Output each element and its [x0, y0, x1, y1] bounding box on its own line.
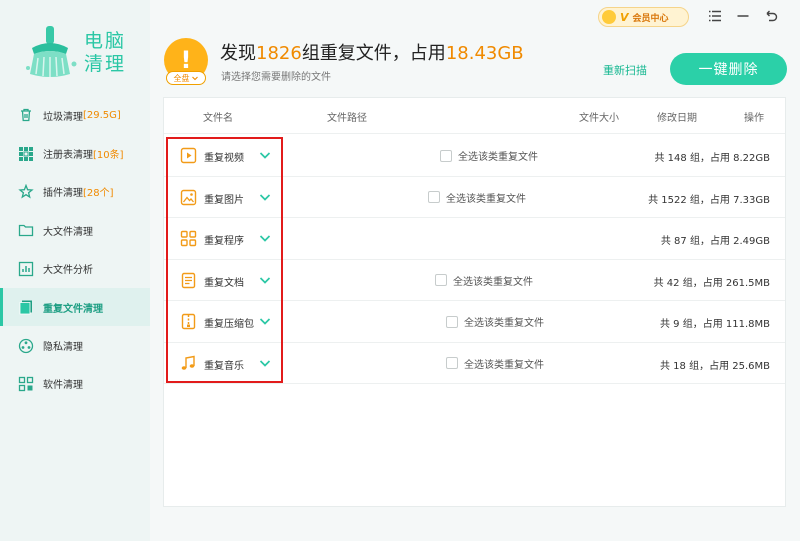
plugin-icon — [18, 183, 34, 200]
broom-logo-icon — [26, 26, 77, 77]
scan-result-subtitle: 请选择您需要删除的文件 — [221, 72, 331, 83]
sidebar-nav: 垃圾清理 [29.5G] 注册表清理 [10条] 插件清理 [28个] 大文件清理 大… — [0, 96, 150, 403]
select-all-category[interactable]: 全选该类重复文件 — [446, 314, 544, 329]
one-click-delete-button[interactable]: 一键删除 — [670, 53, 787, 85]
app-name: 电脑 清理 — [84, 30, 127, 75]
duplicate-icon — [18, 299, 34, 315]
sidebar-item-privacy-clean[interactable]: 隐私清理 — [0, 326, 150, 364]
sidebar-item-junk-clean[interactable]: 垃圾清理 [29.5G] — [0, 96, 150, 134]
select-all-category[interactable]: 全选该类重复文件 — [428, 190, 526, 205]
column-file-name: 文件名 — [203, 113, 233, 124]
minimize-icon[interactable] — [735, 8, 751, 24]
category-summary: 共 18 组，占用 25.6MB — [659, 360, 770, 372]
sidebar-item-plugin-clean[interactable]: 插件清理 [28个] — [0, 173, 150, 211]
duplicate-group-count: 1826 — [256, 43, 302, 64]
table-header: 文件名 文件路径 文件大小 修改日期 操作 — [164, 98, 785, 134]
vip-center-button[interactable]: V 会员中心 — [598, 7, 689, 27]
vip-v-mark: V — [620, 10, 629, 24]
chevron-down-icon — [191, 76, 198, 81]
folder-icon — [18, 222, 34, 238]
chart-icon — [18, 261, 34, 277]
select-all-checkbox[interactable] — [440, 149, 452, 162]
sidebar-item-large-file-analysis[interactable]: 大文件分析 — [0, 250, 150, 288]
category-summary: 共 42 组，占用 261.5MB — [653, 277, 770, 289]
scope-dropdown[interactable]: 全盘 — [166, 71, 206, 85]
scan-result-headline: 发现1826组重复文件，占用18.43GB — [220, 43, 524, 64]
app-logo: 电脑 清理 — [22, 24, 142, 84]
category-summary: 共 9 组，占用 111.8MB — [659, 319, 770, 330]
select-all-checkbox[interactable] — [446, 357, 458, 369]
annotation-highlight-box — [166, 137, 283, 383]
menu-icon[interactable] — [707, 8, 723, 24]
grid-icon — [18, 146, 34, 162]
category-summary: 共 1522 组，占用 7.33GB — [648, 194, 770, 206]
select-all-checkbox[interactable] — [435, 274, 447, 286]
back-icon[interactable] — [763, 8, 779, 24]
sidebar-item-large-file-clean[interactable]: 大文件清理 — [0, 211, 150, 249]
sidebar-item-registry-clean[interactable]: 注册表清理 [10条] — [0, 134, 150, 172]
duplicate-total-size: 18.43GB — [445, 43, 524, 64]
sidebar-item-duplicate-file-clean[interactable]: 重复文件清理 — [0, 287, 150, 327]
vip-center-label: 会员中心 — [632, 13, 669, 24]
select-all-checkbox[interactable] — [446, 315, 458, 328]
sidebar-item-software-clean[interactable]: 软件清理 — [0, 365, 150, 403]
select-all-category[interactable]: 全选该类重复文件 — [446, 356, 544, 371]
privacy-icon — [18, 338, 34, 354]
column-file-size: 文件大小 — [579, 113, 619, 124]
trash-icon — [18, 107, 34, 123]
select-all-checkbox[interactable] — [428, 191, 440, 203]
rescan-link[interactable]: 重新扫描 — [603, 62, 647, 78]
vip-face-icon — [602, 10, 616, 24]
column-modified-date: 修改日期 — [657, 113, 697, 124]
apps-icon — [18, 376, 34, 392]
select-all-category[interactable]: 全选该类重复文件 — [435, 273, 533, 288]
sidebar: 电脑 清理 垃圾清理 [29.5G] 注册表清理 [10条] 插件清理 [28个] 大… — [0, 0, 150, 541]
category-summary: 共 87 组，占用 2.49GB — [660, 236, 770, 247]
select-all-category[interactable]: 全选该类重复文件 — [440, 148, 538, 163]
column-file-path: 文件路径 — [327, 113, 367, 124]
category-summary: 共 148 组，占用 8.22GB — [654, 153, 771, 164]
column-action: 操作 — [744, 113, 764, 124]
